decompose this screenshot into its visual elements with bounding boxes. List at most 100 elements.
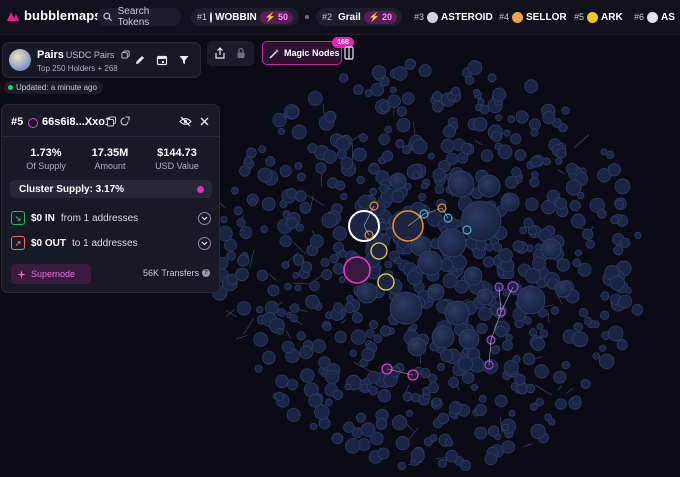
holder-bubble[interactable] (531, 171, 539, 179)
holder-bubble[interactable] (367, 370, 381, 384)
holder-bubble[interactable] (569, 200, 581, 212)
holder-bubble[interactable] (351, 312, 363, 324)
holder-bubble[interactable] (437, 458, 447, 468)
holder-bubble[interactable] (279, 235, 292, 248)
holder-bubble[interactable] (289, 313, 298, 323)
holder-bubble[interactable] (539, 329, 549, 338)
holder-bubble[interactable] (261, 197, 276, 211)
magic-nodes-button[interactable]: Magic Nodes (262, 41, 342, 65)
holder-bubble[interactable] (606, 150, 615, 159)
holder-bubble[interactable] (286, 105, 300, 119)
holder-bubble[interactable] (380, 325, 392, 337)
trending-item-6[interactable]: #6 AS (634, 8, 675, 26)
holder-bubble[interactable] (324, 110, 337, 123)
holder-bubble[interactable] (522, 352, 536, 366)
holder-bubble[interactable] (500, 192, 520, 212)
holder-bubble[interactable] (553, 370, 567, 384)
holder-bubble[interactable] (368, 385, 379, 396)
holder-bubble[interactable] (257, 167, 273, 183)
holder-bubble[interactable] (294, 190, 307, 202)
holder-bubble[interactable] (384, 260, 393, 269)
holder-bubble[interactable] (592, 352, 600, 360)
holder-bubble[interactable] (505, 333, 513, 342)
holder-bubble[interactable] (442, 273, 458, 289)
holder-bubble[interactable] (254, 364, 263, 373)
holder-bubble[interactable] (281, 340, 295, 354)
holder-bubble[interactable] (542, 111, 556, 125)
holder-bubble[interactable] (406, 409, 413, 417)
holder-bubble[interactable] (550, 306, 560, 315)
holder-bubble[interactable] (369, 187, 378, 196)
holder-bubble[interactable] (267, 284, 280, 297)
holder-bubble[interactable] (582, 228, 594, 240)
holder-bubble[interactable] (378, 133, 390, 145)
holder-bubble[interactable] (476, 288, 494, 306)
holder-bubble[interactable] (332, 389, 343, 401)
holder-bubble[interactable] (492, 87, 507, 102)
holder-bubble[interactable] (447, 170, 475, 198)
holder-bubble[interactable] (292, 271, 300, 279)
trending-item-5[interactable]: #5 ARK (574, 8, 623, 26)
holder-bubble[interactable] (314, 404, 330, 420)
holder-bubble[interactable] (607, 325, 624, 342)
holder-bubble[interactable] (325, 398, 333, 406)
holder-bubble[interactable] (333, 302, 344, 313)
sidebar-icon[interactable] (343, 43, 355, 63)
holder-bubble[interactable] (275, 374, 289, 389)
holder-bubble[interactable] (309, 280, 320, 291)
holder-bubble[interactable] (404, 182, 412, 191)
holder-bubble[interactable] (389, 172, 407, 190)
holder-bubble[interactable] (445, 438, 454, 447)
holder-bubble[interactable] (512, 240, 524, 252)
holder-bubble[interactable] (525, 383, 536, 394)
holder-bubble[interactable] (248, 198, 257, 207)
holder-bubble[interactable] (495, 394, 508, 408)
holder-bubble[interactable] (427, 381, 439, 394)
holder-bubble[interactable] (478, 306, 493, 321)
holder-bubble[interactable] (561, 360, 570, 370)
copy-icon[interactable] (106, 116, 117, 127)
holder-bubble[interactable] (233, 206, 243, 216)
holder-bubble[interactable] (356, 282, 378, 304)
holder-bubble[interactable] (508, 409, 516, 417)
holder-bubble[interactable] (368, 162, 380, 175)
holder-bubble[interactable] (299, 202, 312, 214)
holder-bubble[interactable] (344, 383, 352, 391)
holder-bubble[interactable] (485, 243, 494, 252)
holder-bubble[interactable] (276, 328, 284, 336)
trending-item-1[interactable]: #1 WOBBIN ⚡ 50 (191, 8, 299, 26)
holder-bubble[interactable] (338, 276, 346, 284)
holder-bubble[interactable] (253, 332, 268, 347)
holder-bubble[interactable] (296, 331, 306, 341)
holder-bubble[interactable] (431, 397, 441, 407)
holder-bubble[interactable] (431, 325, 455, 349)
holder-bubble[interactable] (467, 60, 483, 76)
holder-bubble[interactable] (512, 355, 521, 364)
holder-bubble[interactable] (395, 139, 405, 149)
holder-bubble[interactable] (571, 395, 582, 405)
holder-bubble[interactable] (332, 226, 348, 241)
holder-bubble[interactable] (484, 452, 498, 466)
holder-bubble[interactable] (583, 316, 592, 325)
holder-bubble[interactable] (226, 251, 236, 261)
holder-bubble[interactable] (387, 94, 401, 108)
holder-bubble[interactable] (236, 218, 246, 228)
holder-bubble[interactable] (535, 398, 544, 407)
holder-bubble[interactable] (335, 136, 351, 152)
holder-bubble[interactable] (444, 300, 470, 326)
holder-bubble[interactable] (307, 91, 323, 106)
holder-bubble[interactable] (410, 448, 425, 463)
holder-bubble[interactable] (519, 226, 528, 235)
cluster-bubble[interactable] (462, 225, 472, 235)
holder-bubble[interactable] (483, 256, 495, 268)
holder-bubble[interactable] (440, 348, 454, 363)
holder-bubble[interactable] (239, 226, 253, 239)
holder-bubble[interactable] (281, 261, 290, 270)
share-icon[interactable] (214, 47, 226, 59)
holder-bubble[interactable] (294, 284, 302, 292)
holder-bubble[interactable] (346, 294, 354, 303)
holder-bubble[interactable] (300, 368, 315, 383)
holder-bubble[interactable] (402, 391, 413, 402)
holder-bubble[interactable] (598, 353, 615, 370)
holder-bubble[interactable] (443, 125, 456, 138)
